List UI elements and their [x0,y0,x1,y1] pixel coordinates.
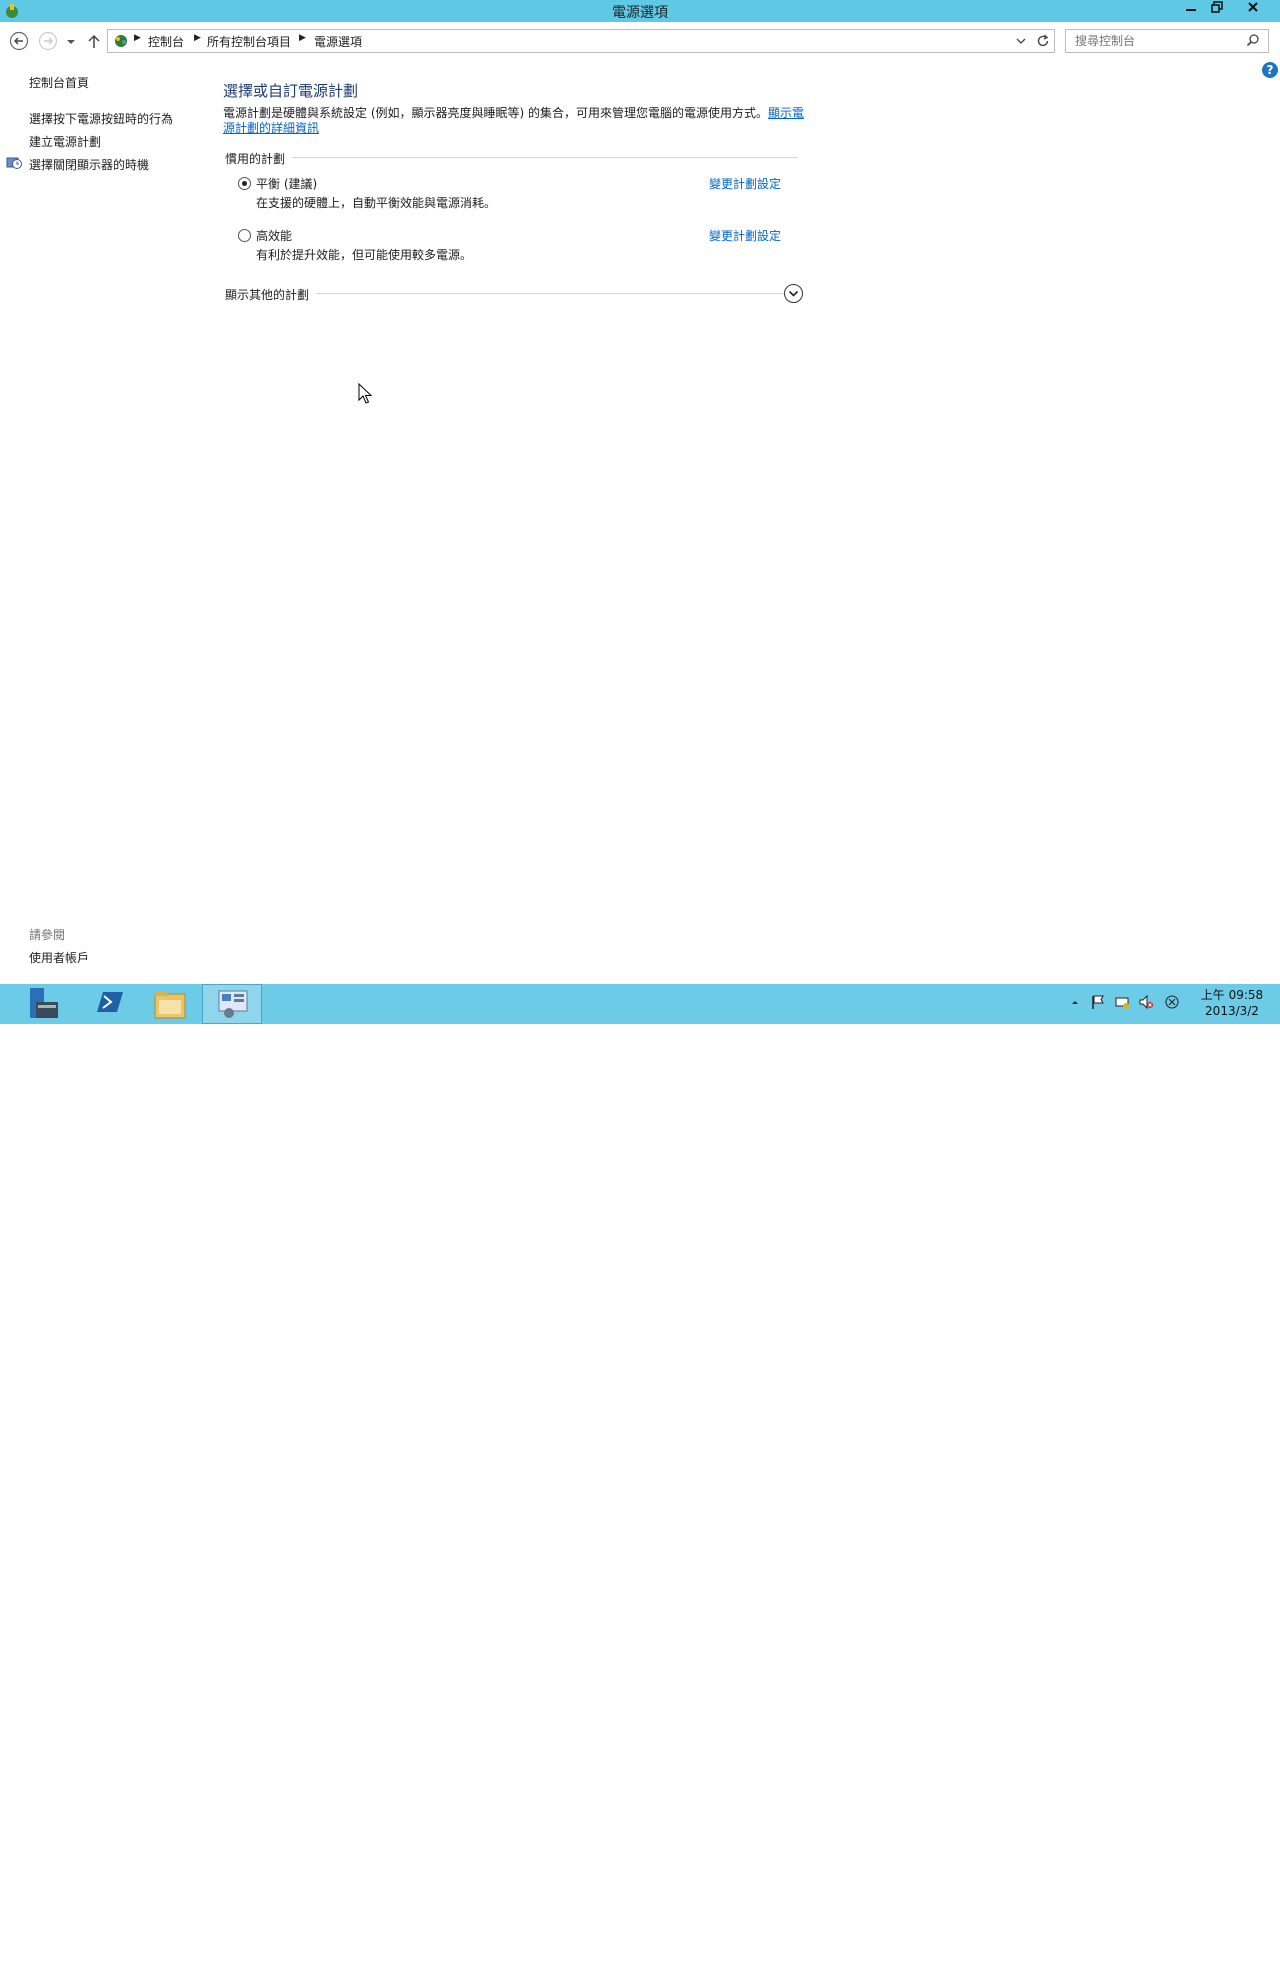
network-icon[interactable] [1114,994,1130,1010]
control-panel-icon [115,35,127,47]
up-icon[interactable] [86,31,102,51]
plan-high-performance-name[interactable]: 高效能 [256,227,292,244]
control-panel-taskbar-button[interactable] [202,984,262,1024]
close-button[interactable] [1230,0,1276,20]
chevron-up-icon[interactable] [1070,994,1080,1010]
plan-balanced-change-settings[interactable]: 變更計劃設定 [709,175,781,192]
breadcrumb-power-options[interactable]: 電源選項 [314,33,362,50]
volume-muted-icon[interactable] [1138,994,1154,1010]
description-text: 電源計劃是硬體與系統設定 (例如，顯示器亮度與睡眠等) 的集合，可用來管理您電腦… [223,106,768,120]
page-title: 選擇或自訂電源計劃 [223,82,359,100]
powershell-button[interactable] [79,984,137,1024]
breadcrumb-arrow-icon[interactable]: ▶ [134,33,141,43]
chevron-down-icon [788,290,799,297]
server-manager-icon [30,988,58,1018]
sidebar-user-accounts[interactable]: 使用者帳戶 [29,949,89,966]
restore-button[interactable] [1204,0,1230,20]
plan-high-performance-radio[interactable] [238,229,251,242]
divider [316,293,784,294]
control-panel-icon [218,990,248,1018]
chevron-down-icon[interactable] [1014,33,1028,49]
watermark-text: TheCollectionBook [1030,1964,1165,1983]
breadcrumb-arrow-icon[interactable]: ▶ [299,33,306,43]
back-icon[interactable] [9,31,29,51]
minimize-icon [1186,9,1196,11]
file-explorer-button[interactable] [141,984,199,1024]
radio-selected-dot [242,181,247,186]
recent-pages-icon[interactable] [64,31,78,51]
title-bar: 電源選項 [0,0,1280,22]
plan-balanced-description: 在支援的硬體上，自動平衡效能與電源消耗。 [256,196,497,210]
search-icon[interactable] [1246,33,1260,47]
plan-balanced-name[interactable]: 平衡 (建議) [256,175,317,192]
expand-more-plans-button[interactable] [784,284,803,303]
plan-high-performance-change-settings[interactable]: 變更計劃設定 [709,227,781,244]
help-icon[interactable]: ? [1262,62,1278,78]
search-box[interactable] [1065,29,1269,53]
refresh-icon[interactable] [1035,33,1051,49]
minimize-button[interactable] [1178,0,1204,20]
divider [292,157,798,158]
navigation-bar: ▶ 控制台 ▶ 所有控制台項目 ▶ 電源選項 [0,22,1280,60]
sidebar-display-off-timer[interactable]: 選擇關閉顯示器的時機 [29,156,149,173]
breadcrumb-control-panel[interactable]: 控制台 [148,33,184,50]
restore-icon [1211,1,1223,13]
search-input[interactable] [1066,30,1251,52]
preferred-plans-heading: 慣用的計劃 [225,152,286,166]
powershell-icon [97,992,123,1012]
window-title: 電源選項 [612,5,668,21]
taskbar: TheCollectionBook 上午 09:58 2013/3/2 [0,984,1280,1983]
plan-high-performance-description: 有利於提升效能，但可能使用較多電源。 [256,248,473,262]
show-more-plans-label[interactable]: 顯示其他的計劃 [225,286,309,303]
close-icon [1248,2,1258,12]
display-timer-icon [6,157,22,169]
address-bar[interactable]: ▶ 控制台 ▶ 所有控制台項目 ▶ 電源選項 [107,29,1055,53]
breadcrumb-all-items[interactable]: 所有控制台項目 [207,33,291,50]
clock-date: 2013/3/2 [1205,1004,1259,1018]
mouse-cursor-icon [358,383,372,404]
clock-time: 上午 09:58 [1200,988,1264,1002]
sidebar-power-button-behavior[interactable]: 選擇按下電源按鈕時的行為 [29,110,173,127]
forward-icon[interactable] [38,31,58,51]
action-center-flag-icon[interactable] [1090,994,1106,1010]
plan-balanced-radio[interactable] [238,177,251,190]
server-manager-button[interactable] [14,984,72,1024]
folder-icon [154,992,186,1019]
breadcrumb-arrow-icon[interactable]: ▶ [194,33,201,43]
taskbar-clock[interactable]: 上午 09:58 2013/3/2 [1192,987,1272,1019]
sidebar-control-panel-home[interactable]: 控制台首頁 [29,74,89,91]
page-description: 電源計劃是硬體與系統設定 (例如，顯示器亮度與睡眠等) 的集合，可用來管理您電腦… [223,106,807,136]
input-method-icon[interactable] [1164,994,1180,1010]
sidebar-create-power-plan[interactable]: 建立電源計劃 [29,133,101,150]
see-also-heading: 請參閱 [29,928,66,942]
